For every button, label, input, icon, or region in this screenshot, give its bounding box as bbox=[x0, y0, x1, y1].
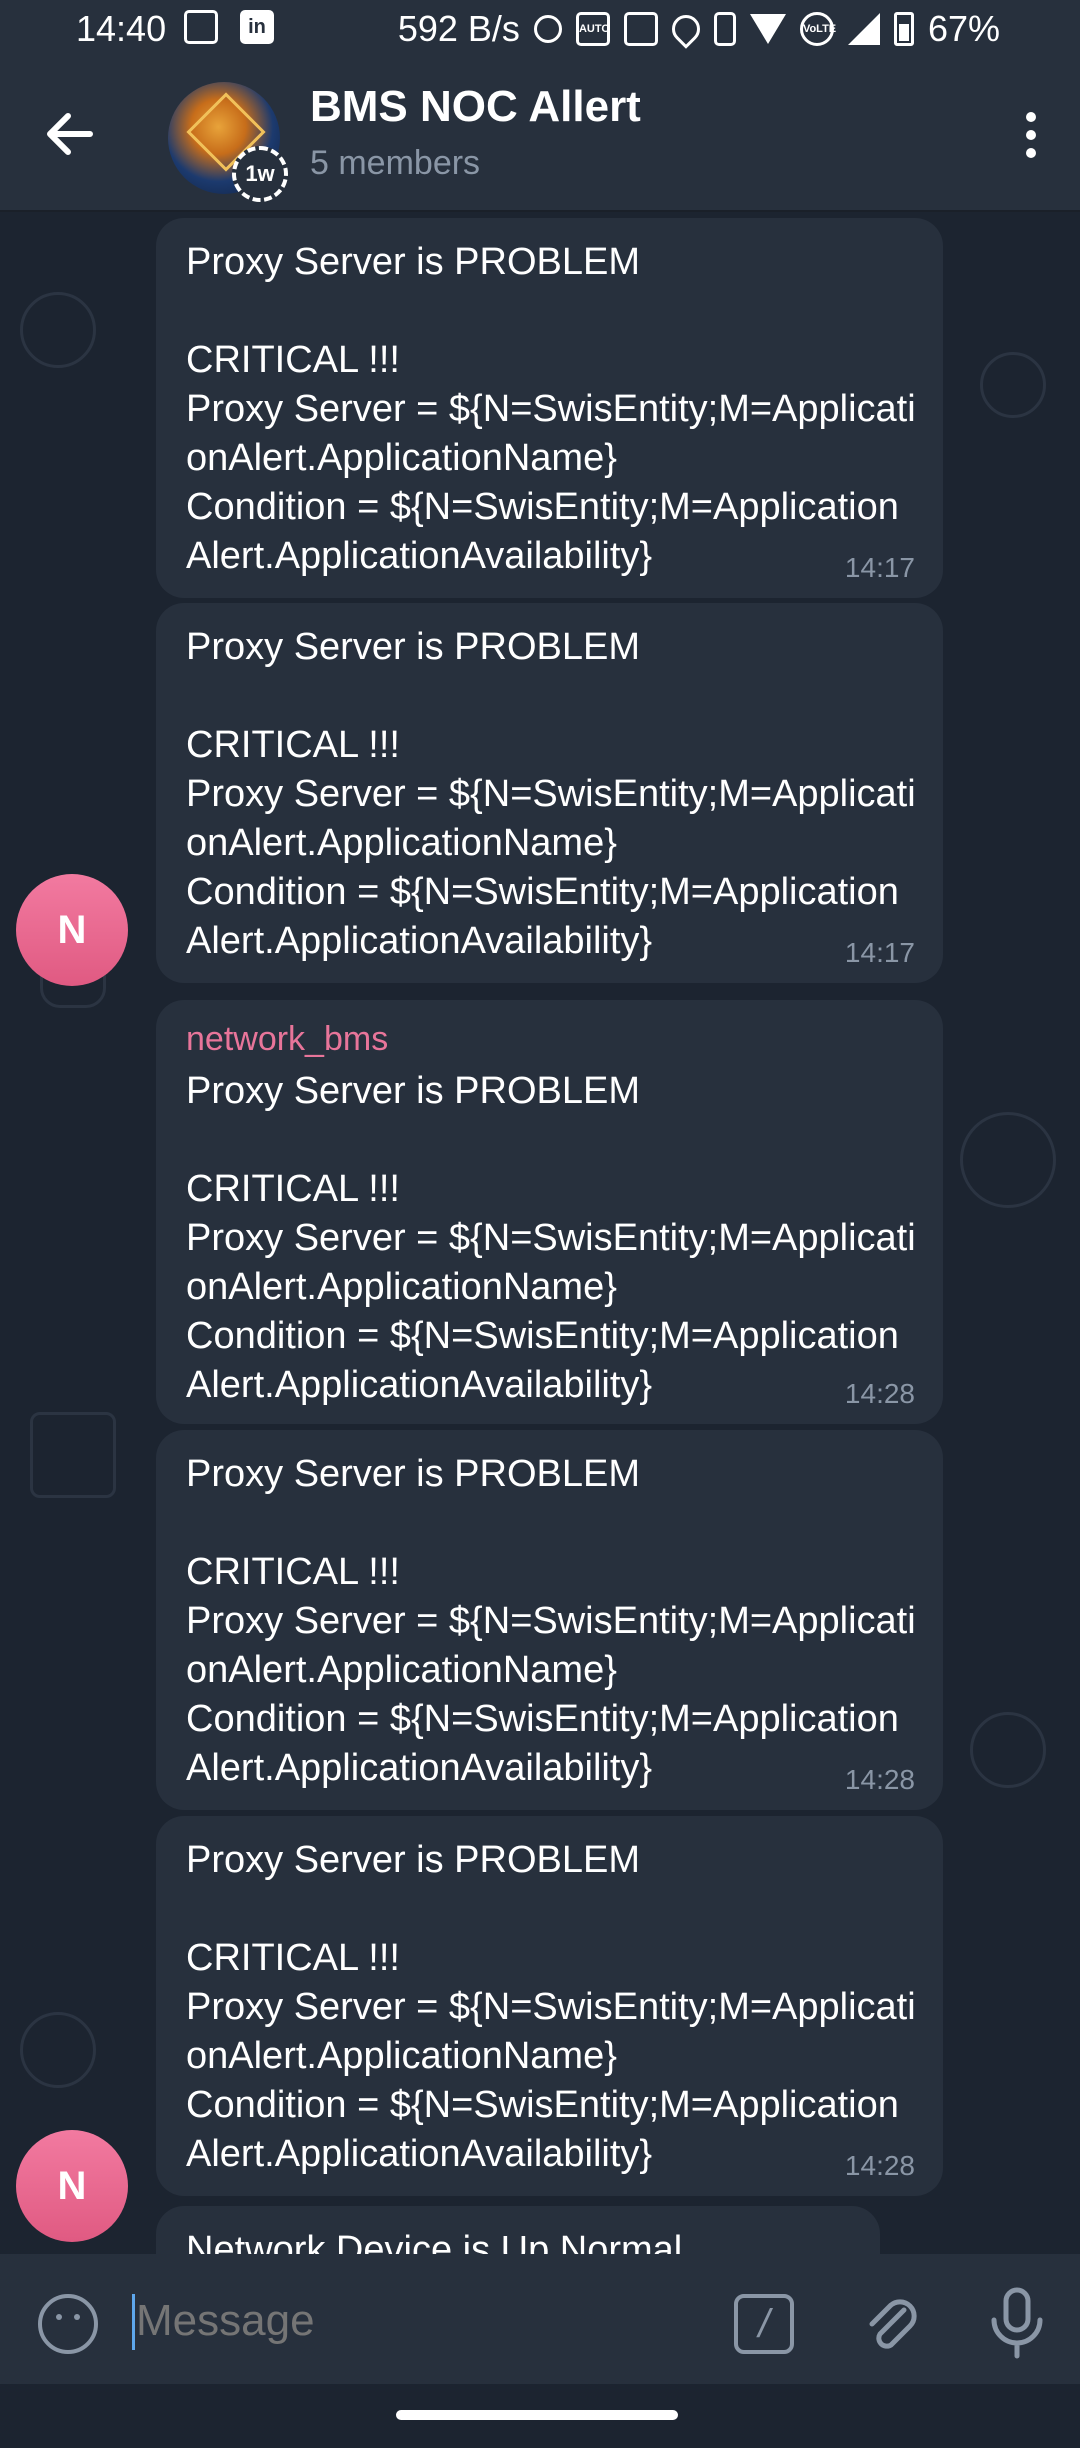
status-time: 14:40 bbox=[76, 8, 167, 49]
message-text: Proxy Server is PROBLEM CRITICAL !!! Pro… bbox=[186, 1070, 916, 1406]
message-time: 14:17 bbox=[844, 552, 915, 583]
message-bubble[interactable]: Proxy Server is PROBLEM CRITICAL !!! Pro… bbox=[156, 1816, 943, 2196]
message-text: Proxy Server is PROBLEM CRITICAL !!! Pro… bbox=[186, 1839, 916, 2175]
gallery-icon bbox=[184, 10, 218, 44]
status-bar: 14:40 in 592 B/s AUTO VoLTE 67% bbox=[0, 0, 1080, 58]
doodle-decoration bbox=[960, 1112, 1056, 1208]
member-count[interactable]: 5 members bbox=[310, 144, 480, 183]
nfc-icon bbox=[623, 12, 658, 46]
chat-header: 1w BMS NOC Allert 5 members bbox=[0, 58, 1080, 212]
story-badge[interactable]: 1w bbox=[232, 146, 288, 202]
doodle-decoration bbox=[970, 1712, 1046, 1788]
vibrate-icon bbox=[713, 12, 736, 46]
doodle-decoration bbox=[20, 2012, 96, 2088]
attach-icon[interactable] bbox=[858, 2290, 924, 2356]
message-bubble[interactable]: Proxy Server is PROBLEM CRITICAL !!! Pro… bbox=[156, 1430, 943, 1810]
notification-icons: in bbox=[184, 10, 274, 44]
sender-name[interactable]: network_bms bbox=[186, 1020, 917, 1059]
message-text: Network Device is Up Normal bbox=[186, 2229, 683, 2254]
sender-avatar[interactable]: N bbox=[16, 2130, 128, 2242]
back-arrow-icon[interactable] bbox=[38, 102, 102, 166]
message-input-bar: / bbox=[0, 2254, 1080, 2384]
battery-icon bbox=[893, 12, 914, 46]
doodle-decoration bbox=[980, 352, 1046, 418]
message-bubble[interactable]: Proxy Server is PROBLEM CRITICAL !!! Pro… bbox=[156, 218, 943, 598]
auto-icon: AUTO bbox=[575, 12, 610, 46]
location-icon bbox=[666, 9, 706, 49]
message-text: Proxy Server is PROBLEM CRITICAL !!! Pro… bbox=[186, 1453, 916, 1789]
emoji-icon[interactable] bbox=[38, 2294, 98, 2354]
network-speed: 592 B/s bbox=[397, 8, 520, 49]
home-indicator[interactable] bbox=[396, 2410, 678, 2420]
message-bubble[interactable]: Network Device is Up Normal bbox=[156, 2206, 880, 2254]
linkedin-icon: in bbox=[240, 10, 274, 44]
message-time: 14:28 bbox=[844, 1378, 915, 1409]
doodle-decoration bbox=[20, 292, 96, 368]
doodle-decoration bbox=[30, 1412, 116, 1498]
message-bubble[interactable]: Proxy Server is PROBLEM CRITICAL !!! Pro… bbox=[156, 603, 943, 983]
message-text: Proxy Server is PROBLEM CRITICAL !!! Pro… bbox=[186, 626, 916, 962]
status-right: 592 B/s AUTO VoLTE 67% bbox=[398, 8, 1000, 50]
message-time: 14:28 bbox=[844, 2150, 915, 2181]
message-time: 14:28 bbox=[844, 1764, 915, 1795]
navigation-bar bbox=[0, 2384, 1080, 2448]
message-input[interactable] bbox=[134, 2290, 698, 2352]
message-time: 14:17 bbox=[844, 937, 915, 968]
signal-icon bbox=[847, 13, 880, 45]
microphone-icon[interactable] bbox=[982, 2286, 1052, 2360]
more-options-icon[interactable] bbox=[1016, 108, 1046, 168]
sender-avatar[interactable]: N bbox=[16, 874, 128, 986]
volte-icon: VoLTE bbox=[799, 12, 836, 46]
alarm-icon bbox=[533, 15, 562, 43]
message-text: Proxy Server is PROBLEM CRITICAL !!! Pro… bbox=[186, 241, 916, 577]
chat-title[interactable]: BMS NOC Allert bbox=[310, 82, 641, 132]
battery-percent: 67% bbox=[927, 8, 1000, 49]
wifi-icon bbox=[749, 14, 786, 44]
chat-messages[interactable]: Proxy Server is PROBLEM CRITICAL !!! Pro… bbox=[0, 212, 1080, 2254]
message-bubble[interactable]: network_bms Proxy Server is PROBLEM CRIT… bbox=[156, 1000, 943, 1424]
bot-command-icon[interactable]: / bbox=[734, 2294, 794, 2354]
